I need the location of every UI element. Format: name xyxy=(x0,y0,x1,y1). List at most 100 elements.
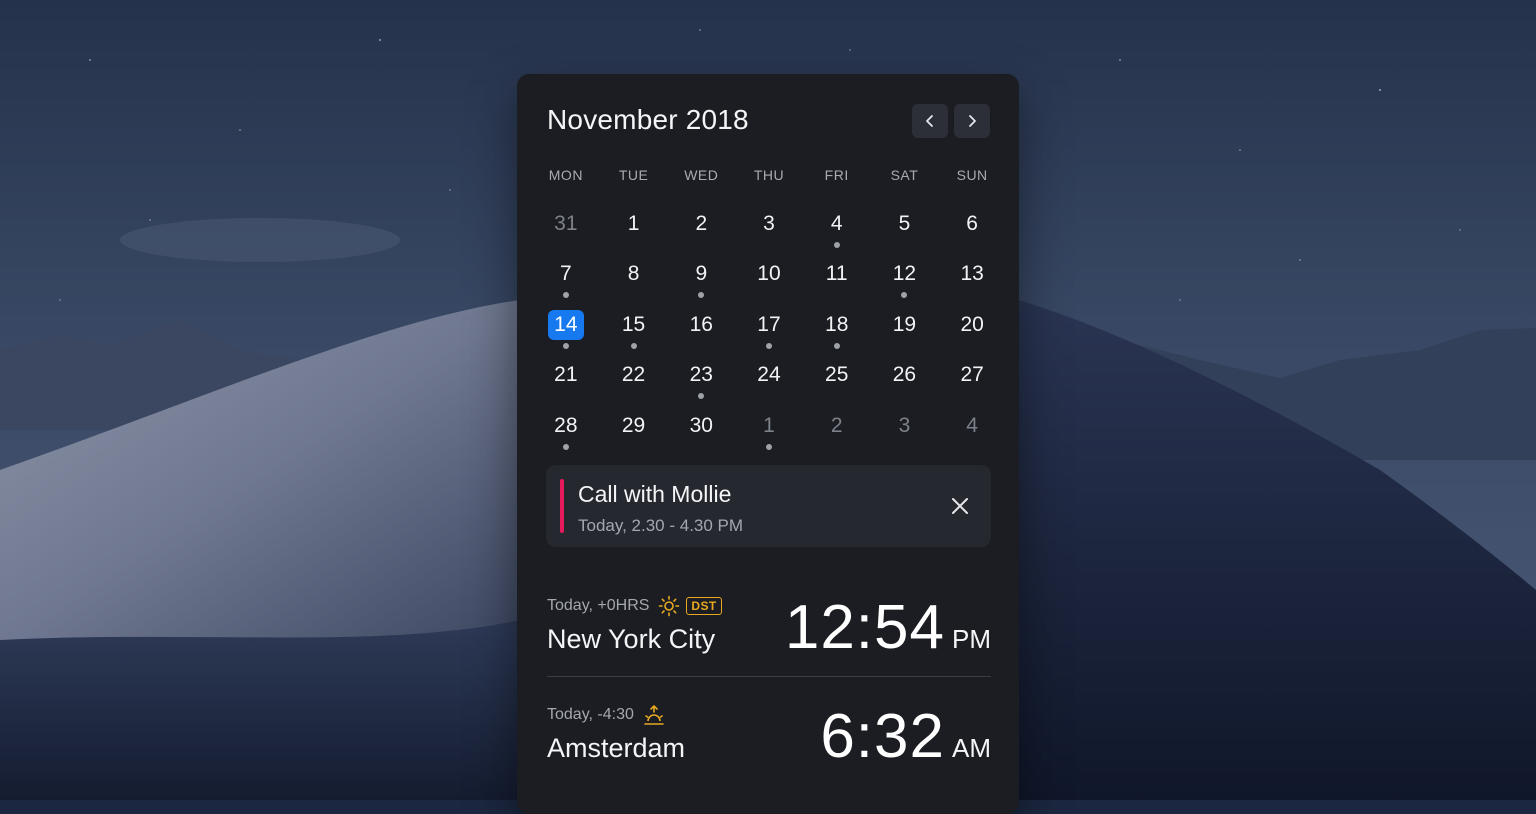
calendar-day[interactable]: 5 xyxy=(871,197,939,247)
calendar-day[interactable]: 18 xyxy=(803,298,871,349)
day-number: 3 xyxy=(898,413,911,437)
day-number: 4 xyxy=(830,212,843,235)
day-number: 1 xyxy=(763,413,775,437)
event-indicator-dot xyxy=(765,443,772,450)
day-number: 14 xyxy=(547,309,584,340)
city-name: Amsterdam xyxy=(547,733,686,763)
day-number: 9 xyxy=(695,262,708,286)
calendar-day[interactable]: 29 xyxy=(600,399,668,449)
day-number: 2 xyxy=(695,212,708,235)
calendar-day[interactable]: 4 xyxy=(803,197,871,248)
city-name: New York City xyxy=(547,624,716,654)
day-number: 21 xyxy=(554,363,578,387)
day-number: 27 xyxy=(960,363,984,387)
calendar-day[interactable]: 1 xyxy=(600,197,668,247)
clock-time: 12:54 PM xyxy=(785,592,991,663)
day-number: 10 xyxy=(757,262,781,286)
calendar-day[interactable]: 2 xyxy=(667,197,735,247)
calendar-day[interactable]: 24 xyxy=(735,348,803,398)
day-number: 1 xyxy=(627,212,640,235)
calendar-day[interactable]: 30 xyxy=(667,399,735,449)
clock-offset-row: Today, -4:30 xyxy=(547,703,665,727)
day-number: 4 xyxy=(966,413,978,437)
calendar-day[interactable]: 1 xyxy=(735,399,803,450)
day-number: 8 xyxy=(627,262,640,286)
day-number: 30 xyxy=(689,413,713,437)
weekday-label: SUN xyxy=(956,167,988,183)
calendar-day[interactable]: 12 xyxy=(871,247,939,299)
calendar-day[interactable]: 16 xyxy=(667,298,735,348)
weekday-label: FRI xyxy=(824,167,849,183)
chevron-left-icon xyxy=(926,115,933,127)
weekday-header: MON TUE WED THU FRI SAT SUN xyxy=(532,167,1006,183)
event-color-bar xyxy=(560,479,564,533)
day-number: 28 xyxy=(554,413,578,437)
day-number: 26 xyxy=(892,363,917,387)
day-number: 19 xyxy=(892,312,917,336)
clock-offset-row: Today, +0HRS DST xyxy=(547,594,722,618)
day-number: 25 xyxy=(825,363,849,387)
day-number: 22 xyxy=(621,363,646,387)
calendar-day[interactable]: 13 xyxy=(938,247,1006,297)
calendar-day[interactable]: 11 xyxy=(803,247,871,297)
calendar-day[interactable]: 8 xyxy=(600,247,668,297)
weekday-label: TUE xyxy=(618,167,649,183)
calendar-day[interactable]: 23 xyxy=(667,348,735,400)
weekday-label: MON xyxy=(548,167,583,183)
clock-ampm: PM xyxy=(952,624,991,654)
calendar-day[interactable]: 21 xyxy=(532,348,600,398)
day-number: 2 xyxy=(830,413,843,437)
calendar-day[interactable]: 2 xyxy=(803,399,871,449)
calendar-day[interactable]: 22 xyxy=(600,348,668,398)
world-clock-amsterdam[interactable]: Today, -4:30 Amsterdam 6:32 AM xyxy=(547,689,991,789)
calendar-day[interactable]: 31 xyxy=(532,197,600,247)
clock-time-digits: 6:32 xyxy=(820,702,945,771)
calendar-day[interactable]: 3 xyxy=(735,197,803,247)
event-card[interactable]: Call with Mollie Today, 2.30 - 4.30 PM xyxy=(546,465,991,547)
clock-ampm: AM xyxy=(952,733,991,763)
calendar-day[interactable]: 25 xyxy=(803,348,871,398)
chevron-right-icon xyxy=(969,115,976,127)
clock-divider xyxy=(547,676,991,677)
next-month-button[interactable] xyxy=(954,104,990,138)
day-number: 17 xyxy=(757,312,781,336)
calendar-day[interactable]: 19 xyxy=(871,298,939,348)
calendar-day[interactable]: 6 xyxy=(938,197,1006,247)
clock-time: 6:32 AM xyxy=(820,701,991,772)
event-indicator-dot xyxy=(562,443,569,450)
day-number: 23 xyxy=(689,363,713,387)
calendar-day[interactable]: 27 xyxy=(938,348,1006,398)
calendar-day-selected[interactable]: 14 xyxy=(532,298,600,349)
previous-month-button[interactable] xyxy=(912,104,948,138)
calendar-widget-panel: November 2018 MON TUE WED THU FRI SAT SU… xyxy=(517,74,1019,814)
calendar-day[interactable]: 15 xyxy=(600,298,668,349)
calendar-day[interactable]: 17 xyxy=(735,298,803,349)
day-number: 31 xyxy=(554,212,578,235)
weekday-label: WED xyxy=(684,167,719,183)
calendar-day[interactable]: 20 xyxy=(938,298,1006,348)
dismiss-event-button[interactable] xyxy=(946,492,974,520)
calendar-day[interactable]: 9 xyxy=(667,247,735,299)
calendar-day-grid: 31 1 2 3 4 5 6 7 8 9 10 11 12 13 14 15 16 17 18 19 20 21 22 23 2… xyxy=(532,197,1006,450)
day-number: 5 xyxy=(898,212,911,235)
calendar-day[interactable]: 10 xyxy=(735,247,803,297)
clock-offset-text: Today, +0HRS xyxy=(547,597,650,614)
clock-time-digits: 12:54 xyxy=(784,593,945,662)
day-number: 12 xyxy=(892,262,917,286)
calendar-day[interactable]: 3 xyxy=(871,399,939,449)
day-number: 6 xyxy=(966,212,978,235)
calendar-day[interactable]: 26 xyxy=(871,348,939,398)
calendar-day[interactable]: 28 xyxy=(532,399,600,450)
day-number: 15 xyxy=(621,312,646,336)
day-number: 7 xyxy=(560,262,572,286)
sun-icon xyxy=(658,595,680,617)
day-number: 13 xyxy=(960,262,984,286)
calendar-day[interactable]: 7 xyxy=(532,247,600,299)
day-number: 24 xyxy=(757,363,781,387)
calendar-day[interactable]: 4 xyxy=(938,399,1006,449)
day-number: 29 xyxy=(621,413,646,437)
month-title: November 2018 xyxy=(547,104,749,135)
world-clock-new-york[interactable]: Today, +0HRS DST New York City 12:54 PM xyxy=(547,580,991,680)
event-title: Call with Mollie xyxy=(578,481,732,507)
calendar-header: November 2018 xyxy=(547,102,991,142)
